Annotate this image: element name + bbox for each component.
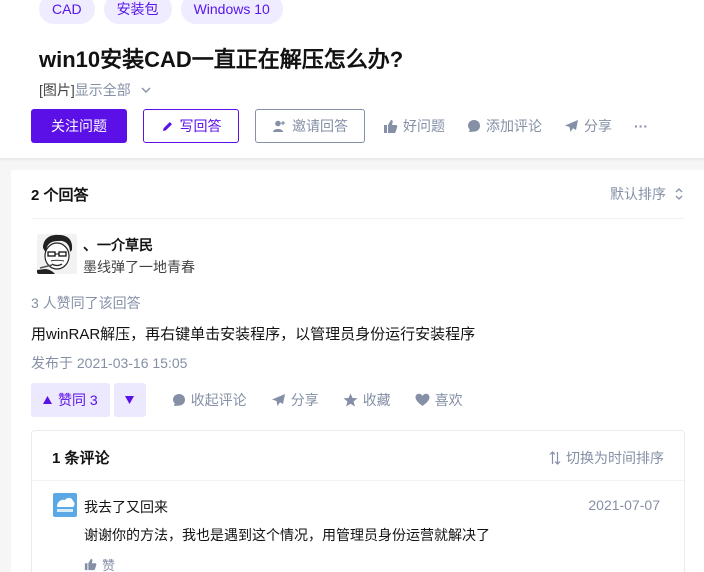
comment-like-button[interactable]: 赞: [84, 555, 115, 572]
author-bio: 墨线弹了一地青春: [83, 259, 195, 275]
switch-sort-button[interactable]: 切换为时间排序: [549, 448, 664, 468]
topic-tags: CAD 安装包 Windows 10: [39, 0, 283, 24]
topic-tag[interactable]: 安装包: [103, 0, 172, 24]
share-answer-button[interactable]: 分享: [271, 390, 319, 410]
comments-header: 1 条评论 切换为时间排序: [32, 431, 684, 481]
answer-count: 2 个回答: [31, 186, 89, 204]
answer-content: 用winRAR解压，再右键单击安装程序，以管理员身份运行安装程序: [31, 326, 476, 343]
share-answer-label: 分享: [290, 392, 319, 408]
paper-plane-icon: [565, 120, 578, 132]
sort-arrows-icon: [549, 451, 561, 465]
comment-icon: [172, 394, 185, 406]
commenter-name[interactable]: 我去了又回来: [84, 497, 168, 517]
comment-count: 1 条评论: [52, 450, 110, 467]
commenter-avatar-image: [53, 493, 77, 517]
collapse-comments-button[interactable]: 收起评论: [172, 390, 247, 410]
good-question-button[interactable]: 好问题: [383, 116, 445, 136]
author-avatar-image: [37, 234, 77, 274]
follow-question-button[interactable]: 关注问题: [31, 109, 127, 143]
comment-like-label: 赞: [102, 558, 116, 572]
comment-icon: [468, 120, 480, 132]
share-question-label: 分享: [584, 118, 612, 134]
author-name[interactable]: 、一介草民: [83, 235, 153, 255]
publish-time[interactable]: 发布于 2021-03-16 15:05: [31, 353, 187, 373]
topic-tag[interactable]: Windows 10: [180, 0, 283, 24]
write-answer-button[interactable]: 写回答: [143, 109, 239, 143]
add-comment-label: 添加评论: [486, 118, 542, 134]
question-header: CAD 安装包 Windows 10 win10安装CAD一直正在解压怎么办? …: [0, 0, 704, 158]
question-actions: 关注问题 写回答 邀请回答 好问题 添加评论 分享 ···: [31, 109, 648, 143]
favorite-label: 收藏: [362, 392, 391, 408]
good-question-label: 好问题: [403, 118, 445, 134]
comment-text: 谢谢你的方法，我也是遇到这个情况，用管理员身份运营就解决了: [84, 527, 490, 543]
write-answer-label: 写回答: [179, 118, 222, 134]
add-comment-button[interactable]: 添加评论: [467, 116, 542, 136]
avatar[interactable]: [53, 493, 77, 517]
sort-dropdown[interactable]: 默认排序: [610, 184, 684, 204]
add-user-icon: [273, 120, 285, 132]
upvote-button[interactable]: 赞同 3: [31, 383, 110, 417]
like-button[interactable]: 喜欢: [415, 390, 463, 410]
voters-summary[interactable]: 3 人赞同了该回答: [31, 293, 141, 313]
avatar[interactable]: [37, 234, 77, 274]
answers-card: 2 个回答 默认排序 、一介草民 墨线弹了一地青春 3 人赞同了该回答 用win…: [11, 170, 704, 572]
pencil-icon: [162, 121, 172, 131]
collapse-comments-label: 收起评论: [190, 392, 247, 408]
comments-panel: 1 条评论 切换为时间排序 我去了又回来 2021-07-07 谢谢你的方法，我…: [31, 430, 685, 572]
thumbs-up-icon: [84, 558, 97, 571]
answers-header: 2 个回答 默认排序: [31, 170, 684, 219]
share-question-button[interactable]: 分享: [564, 116, 612, 136]
invite-answer-button[interactable]: 邀请回答: [255, 109, 365, 143]
comment-date: 2021-07-07: [588, 497, 660, 513]
upvote-label: 赞同 3: [58, 392, 98, 408]
like-label: 喜欢: [434, 392, 463, 408]
thumbs-up-icon: [384, 119, 398, 133]
sort-arrows-icon: [675, 188, 683, 200]
downvote-button[interactable]: [113, 383, 146, 417]
image-placeholder-text: [图片]: [39, 82, 75, 98]
heart-icon: [415, 393, 430, 406]
question-detail: [图片] 显示全部: [39, 80, 151, 100]
switch-sort-label: 切换为时间排序: [566, 450, 664, 466]
answer-actions: 赞同 3 收起评论 分享 收藏 喜欢: [31, 383, 463, 417]
show-all-button[interactable]: 显示全部: [75, 80, 131, 100]
triangle-up-icon: [43, 396, 52, 404]
chevron-down-icon[interactable]: [141, 85, 151, 95]
sort-label: 默认排序: [610, 186, 666, 202]
paper-plane-icon: [271, 394, 285, 406]
more-options-button[interactable]: ···: [634, 118, 648, 134]
invite-answer-label: 邀请回答: [292, 118, 348, 134]
topic-tag[interactable]: CAD: [39, 0, 95, 24]
favorite-button[interactable]: 收藏: [343, 390, 391, 410]
triangle-down-icon: [125, 396, 135, 404]
star-icon: [343, 393, 358, 407]
question-title: win10安装CAD一直正在解压怎么办?: [39, 47, 404, 72]
